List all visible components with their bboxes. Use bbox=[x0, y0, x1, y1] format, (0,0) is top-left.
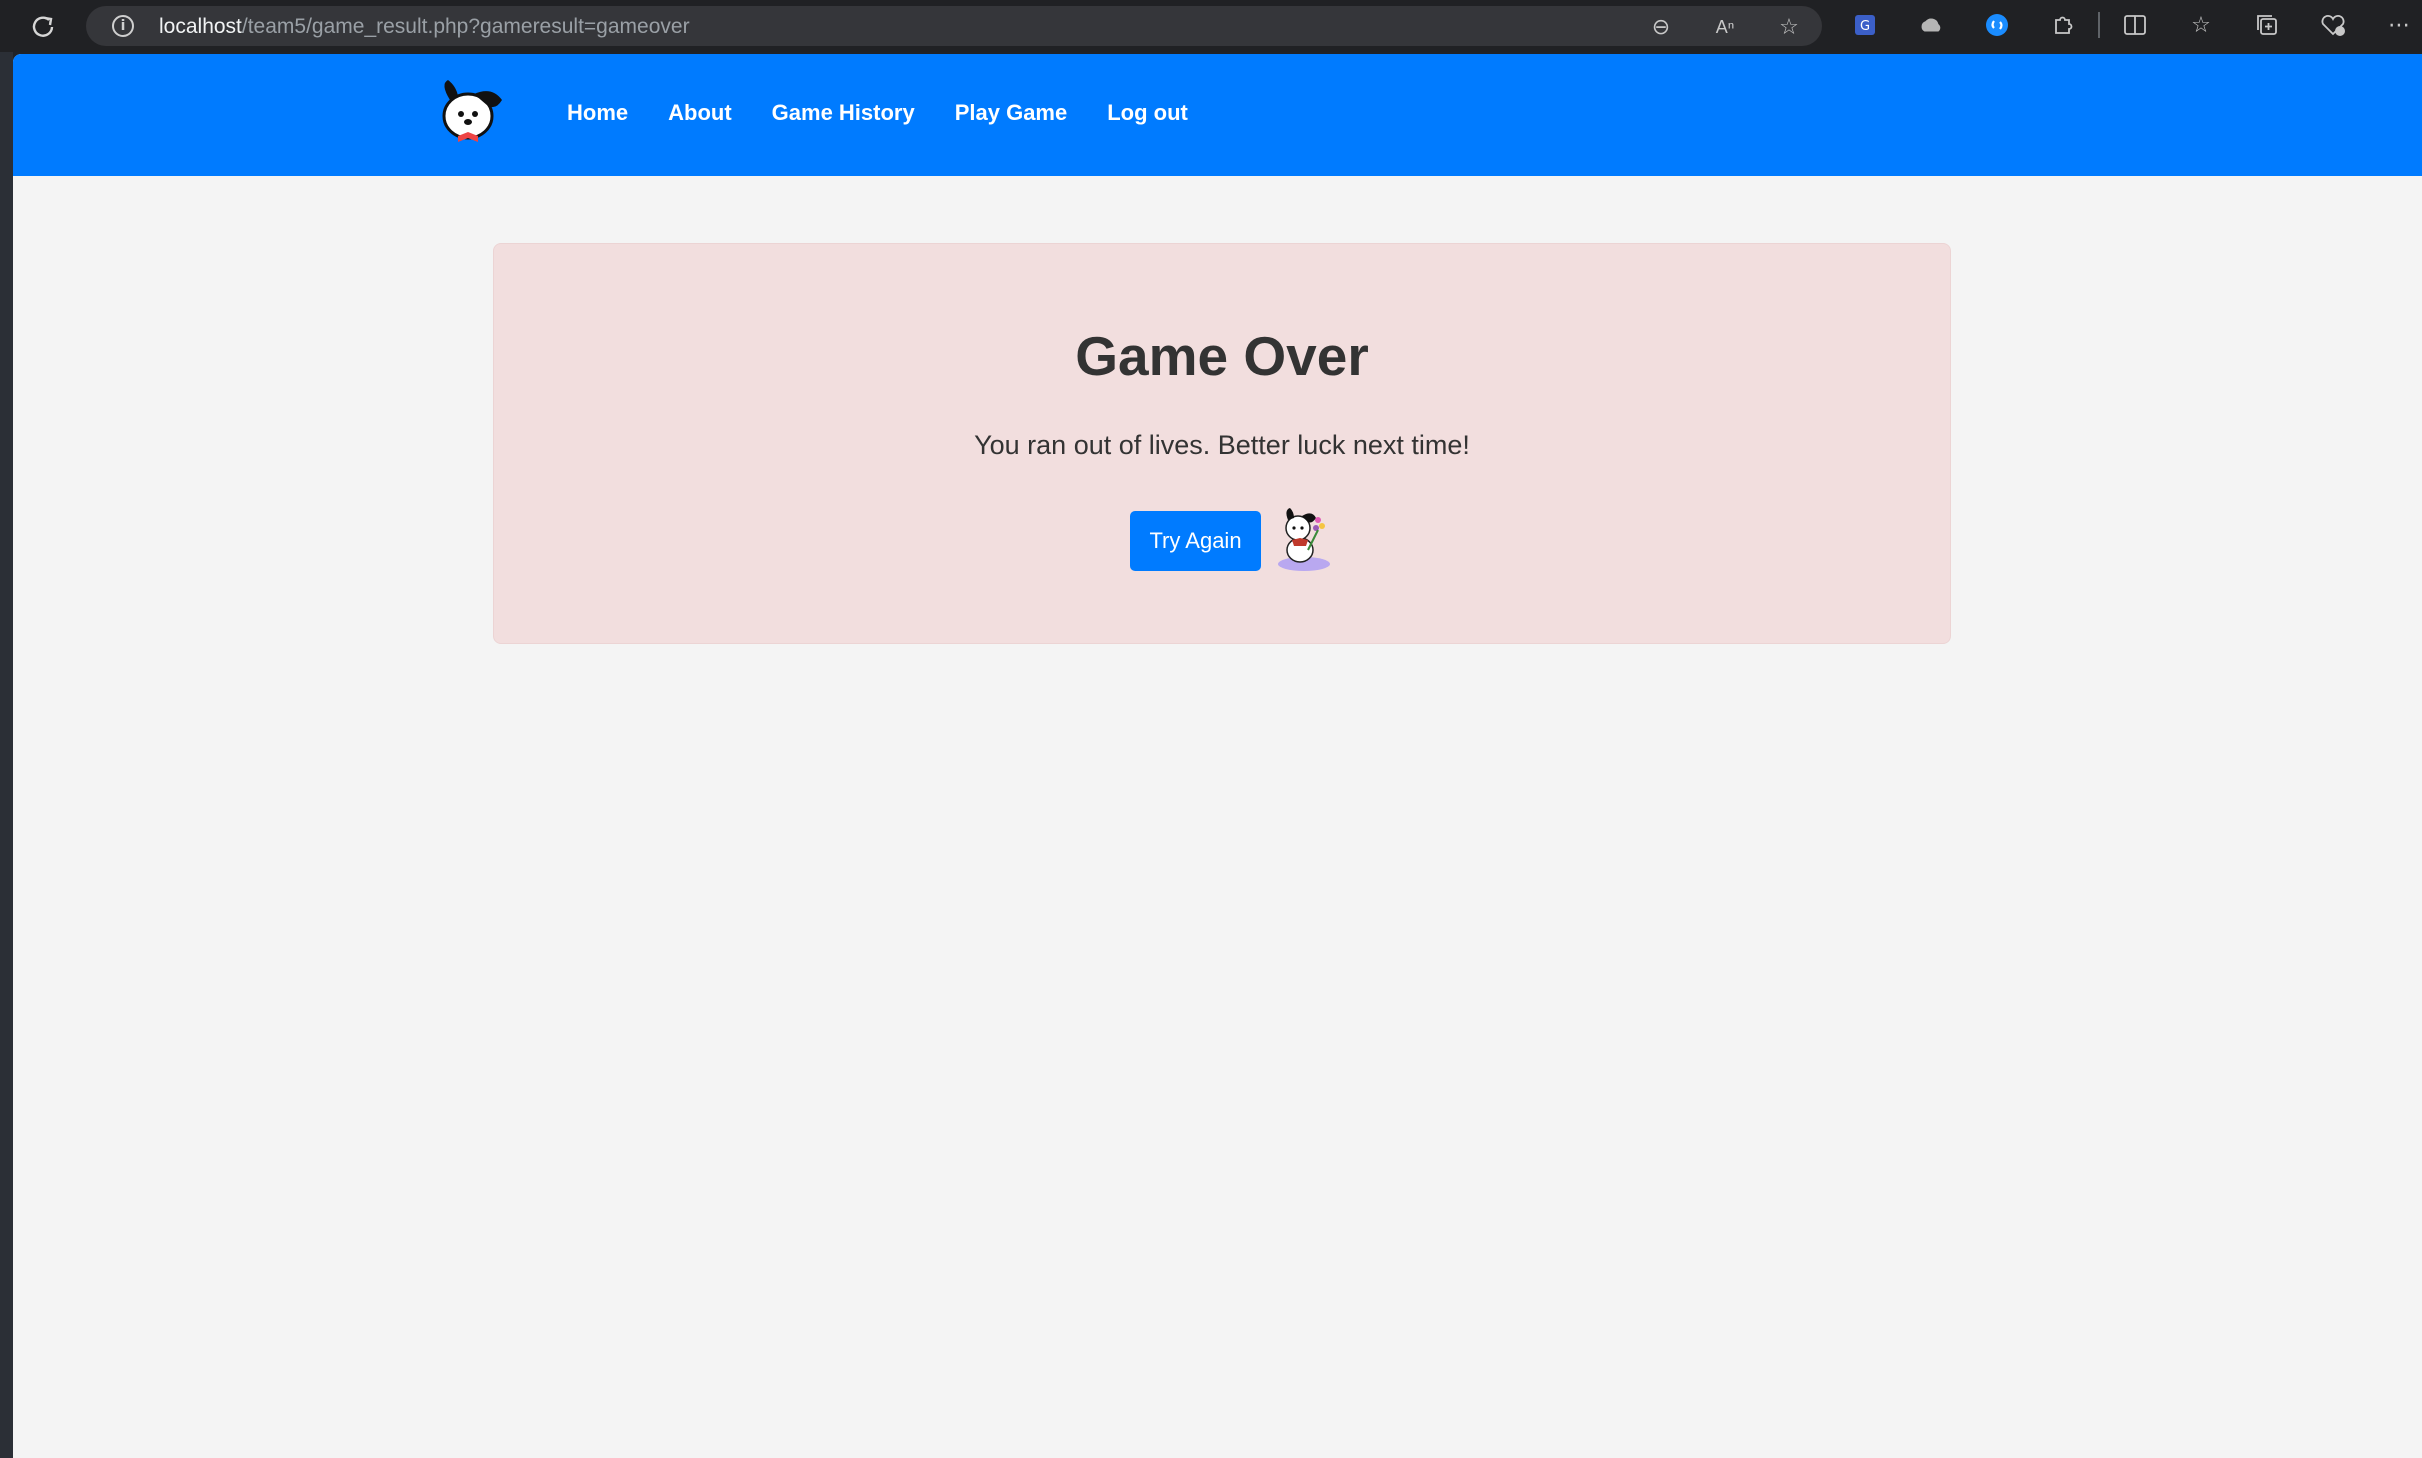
reload-icon[interactable] bbox=[25, 12, 61, 40]
game-result-card: Game Over You ran out of lives. Better l… bbox=[493, 243, 1951, 644]
translate-extension-icon[interactable]: G bbox=[1852, 12, 1878, 38]
shazam-extension-icon[interactable] bbox=[1984, 12, 2010, 38]
read-aloud-icon[interactable]: Aⁿ bbox=[1712, 14, 1738, 40]
nav-logout-link[interactable]: Log out bbox=[1107, 100, 1188, 126]
nav-home-link[interactable]: Home bbox=[567, 100, 628, 126]
browser-toolbar: i localhost/team5/game_result.php?gamere… bbox=[0, 0, 2422, 52]
zoom-out-icon[interactable]: ⊖ bbox=[1648, 14, 1674, 40]
try-again-button[interactable]: Try Again bbox=[1130, 511, 1261, 571]
nav-play-game-link[interactable]: Play Game bbox=[955, 100, 1068, 126]
split-screen-icon[interactable] bbox=[2122, 12, 2148, 38]
main-nav: Home About Game History Play Game Log ou… bbox=[567, 100, 1188, 126]
window-frame bbox=[0, 52, 13, 1458]
cloud-extension-icon[interactable] bbox=[1918, 12, 1944, 38]
result-message: You ran out of lives. Better luck next t… bbox=[974, 430, 1470, 460]
browser-essentials-icon[interactable] bbox=[2320, 12, 2346, 38]
nav-about-link[interactable]: About bbox=[668, 100, 732, 126]
url-host: localhost bbox=[159, 15, 242, 38]
page-viewport: Home About Game History Play Game Log ou… bbox=[13, 54, 2422, 1458]
dog-face-logo-icon[interactable] bbox=[434, 76, 506, 144]
favorite-star-icon[interactable]: ☆ bbox=[1776, 14, 1802, 40]
collections-icon[interactable] bbox=[2254, 12, 2280, 38]
url-text[interactable]: localhost/team5/game_result.php?gameresu… bbox=[159, 15, 690, 39]
nav-game-history-link[interactable]: Game History bbox=[772, 100, 915, 126]
svg-text:G: G bbox=[1860, 19, 1870, 34]
favorites-list-icon[interactable]: ☆ bbox=[2188, 12, 2214, 38]
address-bar[interactable]: i localhost/team5/game_result.php?gamere… bbox=[86, 6, 1822, 46]
extensions-puzzle-icon[interactable] bbox=[2050, 12, 2076, 38]
toolbar-separator bbox=[2098, 12, 2100, 38]
site-info-icon[interactable]: i bbox=[112, 15, 134, 37]
result-title: Game Over bbox=[1075, 325, 1369, 387]
url-path: /team5/game_result.php?gameresult=gameov… bbox=[241, 15, 690, 38]
more-menu-icon[interactable]: ⋯ bbox=[2386, 12, 2412, 38]
site-navbar: Home About Game History Play Game Log ou… bbox=[13, 54, 2422, 176]
dog-with-flower-mascot-icon bbox=[1278, 508, 1330, 571]
